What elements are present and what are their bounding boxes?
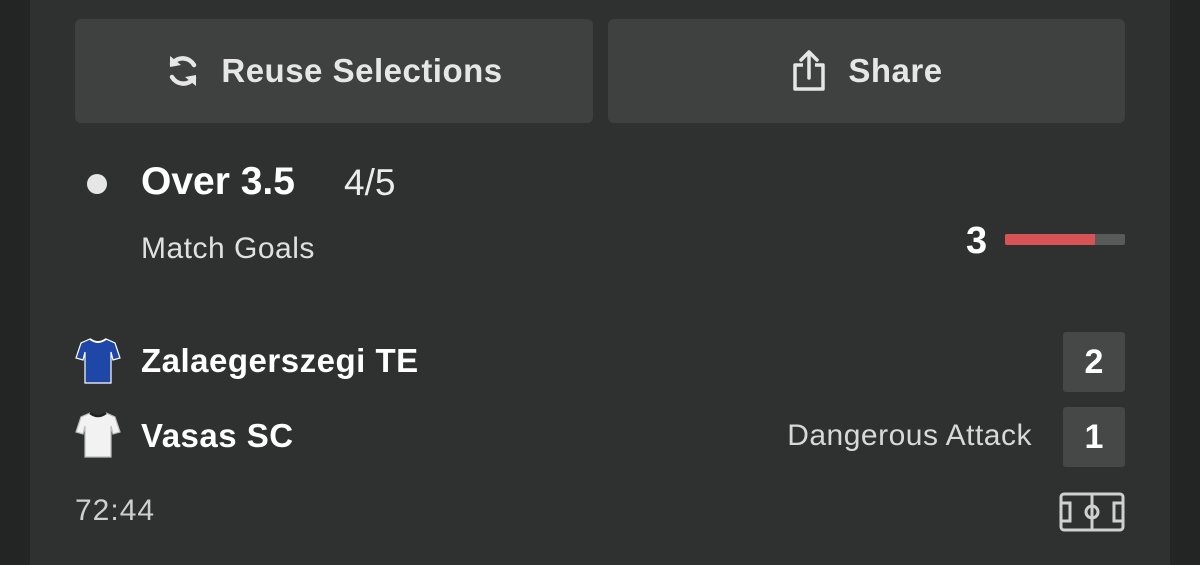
selection-odds: 4/5 (344, 162, 396, 203)
away-team-name: Vasas SC (141, 417, 294, 454)
home-kit-icon (75, 338, 121, 384)
selection-name: Over 3.5 (141, 160, 295, 203)
match-clock: 72:44 (75, 494, 156, 527)
progress-bar (1005, 234, 1125, 245)
share-label: Share (848, 52, 943, 89)
refresh-icon (170, 56, 197, 86)
pitch-icon[interactable] (1059, 492, 1125, 532)
away-kit-icon (75, 411, 121, 458)
home-score: 2 (1063, 332, 1125, 392)
reuse-selections-label: Reuse Selections (221, 52, 503, 89)
away-score: 1 (1063, 407, 1125, 467)
market-name: Match Goals (141, 232, 315, 265)
bet-card: Reuse Selections Share Over 3.5 4/5 Matc… (30, 0, 1170, 565)
progress-bar-fill (1005, 234, 1095, 245)
share-button[interactable]: Share (608, 19, 1125, 123)
home-team-name: Zalaegerszegi TE (141, 342, 419, 379)
match-event-label: Dangerous Attack (787, 419, 1032, 452)
progress-value: 3 (966, 220, 988, 262)
selection-status-dot (87, 174, 107, 194)
share-icon (793, 50, 826, 91)
reuse-selections-button[interactable]: Reuse Selections (75, 19, 593, 123)
